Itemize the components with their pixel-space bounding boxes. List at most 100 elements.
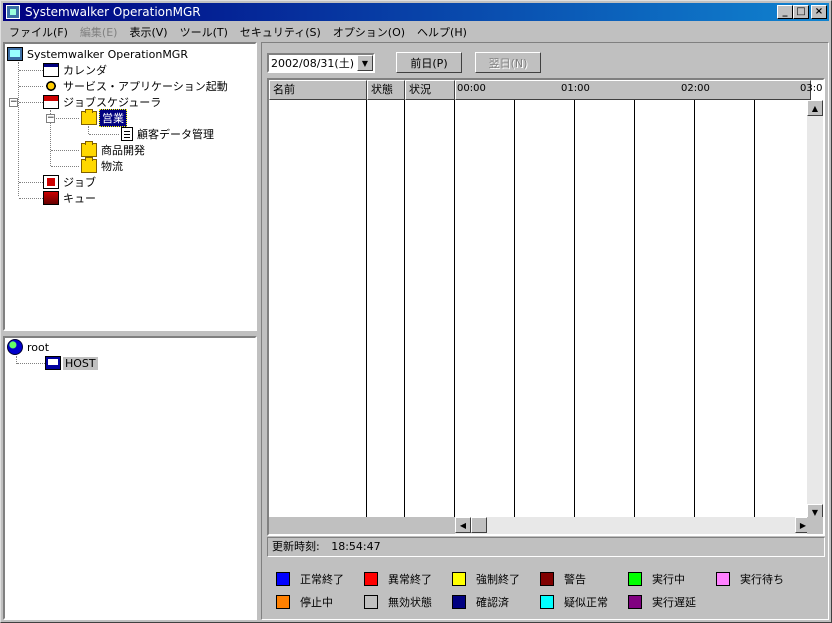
legend-item: 疑似正常 bbox=[540, 594, 608, 610]
legend-label: 実行中 bbox=[652, 573, 685, 586]
job-tree-panel[interactable]: Systemwalker OperationMGR カレンダ サービス・アプリケ… bbox=[3, 42, 257, 331]
close-button[interactable]: × bbox=[811, 5, 827, 19]
column-header-state[interactable]: 状態 bbox=[367, 80, 405, 100]
legend-item: 確認済 bbox=[452, 594, 509, 610]
legend-label: 実行遅延 bbox=[652, 596, 696, 609]
tree-label: 顧客データ管理 bbox=[137, 128, 214, 141]
tree-item-calendar[interactable]: カレンダ bbox=[43, 62, 109, 78]
collapse-toggle[interactable]: − bbox=[9, 98, 18, 107]
legend-item: 異常終了 bbox=[364, 571, 432, 587]
legend-swatch bbox=[364, 572, 378, 586]
menu-help[interactable]: ヘルプ(H) bbox=[411, 24, 473, 40]
legend-label: 警告 bbox=[564, 573, 586, 586]
legend-label: 異常終了 bbox=[388, 573, 432, 586]
scroll-left-icon[interactable]: ◀ bbox=[455, 517, 471, 533]
tree-label: ジョブスケジューラ bbox=[63, 96, 162, 109]
tree-label: Systemwalker OperationMGR bbox=[27, 47, 188, 61]
legend-item: 無効状態 bbox=[364, 594, 432, 610]
legend-label: 確認済 bbox=[476, 596, 509, 609]
legend-swatch bbox=[452, 572, 466, 586]
horizontal-scrollbar[interactable]: ◀ ▶ bbox=[455, 517, 811, 534]
menu-bar: ファイル(F) 編集(E) 表示(V) ツール(T) セキュリティ(S) オプシ… bbox=[3, 22, 829, 41]
date-value: 2002/08/31(土) bbox=[271, 57, 354, 70]
tree-label: ジョブ bbox=[63, 176, 96, 189]
legend-item: 強制終了 bbox=[452, 571, 520, 587]
column-header-status[interactable]: 状況 bbox=[405, 80, 455, 100]
title-bar[interactable]: Systemwalker OperationMGR _ □ × bbox=[3, 3, 829, 21]
legend-swatch bbox=[276, 595, 290, 609]
tree-item-service[interactable]: サービス・アプリケーション起動 bbox=[43, 78, 230, 94]
tree-label: カレンダ bbox=[63, 64, 107, 77]
tree-item-queue[interactable]: キュー bbox=[43, 190, 98, 206]
tree-root[interactable]: Systemwalker OperationMGR bbox=[7, 46, 190, 62]
legend-label: 停止中 bbox=[300, 596, 333, 609]
host-label: HOST bbox=[63, 356, 98, 370]
tree-label: 営業 bbox=[99, 109, 127, 127]
vertical-scrollbar[interactable]: ▲ ▼ bbox=[807, 100, 823, 520]
legend-swatch bbox=[628, 595, 642, 609]
legend-swatch bbox=[452, 595, 466, 609]
queue-icon bbox=[43, 191, 59, 205]
main-window: Systemwalker OperationMGR _ □ × ファイル(F) … bbox=[0, 0, 832, 623]
legend-swatch bbox=[364, 595, 378, 609]
legend-item: 正常終了 bbox=[276, 571, 344, 587]
legend-item: 実行遅延 bbox=[628, 594, 696, 610]
menu-view[interactable]: 表示(V) bbox=[123, 24, 173, 40]
job-icon bbox=[43, 175, 59, 189]
tree-label: 商品開発 bbox=[101, 144, 145, 157]
tree-item-job[interactable]: ジョブ bbox=[43, 174, 98, 190]
folder-icon bbox=[81, 141, 97, 157]
column-header-name[interactable]: 名前 bbox=[269, 80, 367, 100]
globe-icon bbox=[7, 339, 23, 355]
tree-label: サービス・アプリケーション起動 bbox=[63, 80, 228, 93]
maximize-button[interactable]: □ bbox=[793, 5, 809, 19]
schedule-panel: 2002/08/31(土) ▼ 前日(P) 翌日(N) 名前 状態 状況 00:… bbox=[261, 42, 829, 620]
legend: 正常終了 異常終了 強制終了 警告 実行中 実行待ち 停止中 無効状態 確認済 … bbox=[276, 571, 826, 615]
menu-edit[interactable]: 編集(E) bbox=[74, 24, 124, 40]
host-tree-panel[interactable]: root HOST bbox=[3, 336, 257, 620]
scheduler-icon bbox=[43, 95, 59, 109]
host-item[interactable]: HOST bbox=[45, 355, 98, 371]
menu-tools[interactable]: ツール(T) bbox=[174, 24, 234, 40]
menu-options[interactable]: オプション(O) bbox=[327, 24, 411, 40]
tree-item-customer-data[interactable]: 顧客データ管理 bbox=[119, 126, 216, 142]
host-root[interactable]: root bbox=[7, 339, 51, 355]
folder-icon bbox=[81, 109, 97, 125]
legend-swatch bbox=[540, 572, 554, 586]
legend-label: 実行待ち bbox=[740, 573, 784, 586]
tree-label: 物流 bbox=[101, 160, 123, 173]
collapse-toggle[interactable]: − bbox=[46, 114, 55, 123]
legend-label: 無効状態 bbox=[388, 596, 432, 609]
time-label: 02:00 bbox=[681, 83, 710, 94]
gear-icon bbox=[43, 79, 59, 93]
tree-item-scheduler[interactable]: ジョブスケジューラ bbox=[43, 94, 163, 110]
legend-item: 実行中 bbox=[628, 571, 685, 587]
legend-swatch bbox=[628, 572, 642, 586]
host-computer-icon bbox=[45, 356, 61, 370]
chevron-down-icon[interactable]: ▼ bbox=[357, 55, 373, 71]
tree-item-product-dev[interactable]: 商品開発 bbox=[81, 141, 147, 158]
time-label: 00:00 bbox=[457, 83, 486, 94]
menu-file[interactable]: ファイル(F) bbox=[3, 24, 74, 40]
app-icon[interactable] bbox=[6, 5, 20, 19]
legend-item: 実行待ち bbox=[716, 571, 784, 587]
folder-icon bbox=[81, 157, 97, 173]
time-label: 03:0 bbox=[800, 83, 823, 94]
status-bar: 更新時刻: 18:54:47 bbox=[267, 537, 825, 557]
date-select[interactable]: 2002/08/31(土) ▼ bbox=[267, 53, 375, 73]
legend-label: 強制終了 bbox=[476, 573, 520, 586]
schedule-grid[interactable]: 名前 状態 状況 00:00 01:00 02:00 03:0 ▲ ▼ ◀ ▶ bbox=[267, 78, 825, 536]
update-time-label: 更新時刻: bbox=[272, 540, 320, 553]
calendar-icon bbox=[43, 63, 59, 77]
tree-item-sales[interactable]: 営業 bbox=[81, 109, 127, 127]
scroll-thumb[interactable] bbox=[471, 517, 487, 533]
window-title: Systemwalker OperationMGR bbox=[25, 5, 201, 19]
legend-label: 正常終了 bbox=[300, 573, 344, 586]
scroll-up-icon[interactable]: ▲ bbox=[807, 100, 823, 116]
menu-security[interactable]: セキュリティ(S) bbox=[234, 24, 327, 40]
next-day-button[interactable]: 翌日(N) bbox=[475, 52, 541, 73]
tree-item-logistics[interactable]: 物流 bbox=[81, 157, 125, 174]
minimize-button[interactable]: _ bbox=[777, 5, 793, 19]
legend-item: 停止中 bbox=[276, 594, 333, 610]
prev-day-button[interactable]: 前日(P) bbox=[396, 52, 462, 73]
